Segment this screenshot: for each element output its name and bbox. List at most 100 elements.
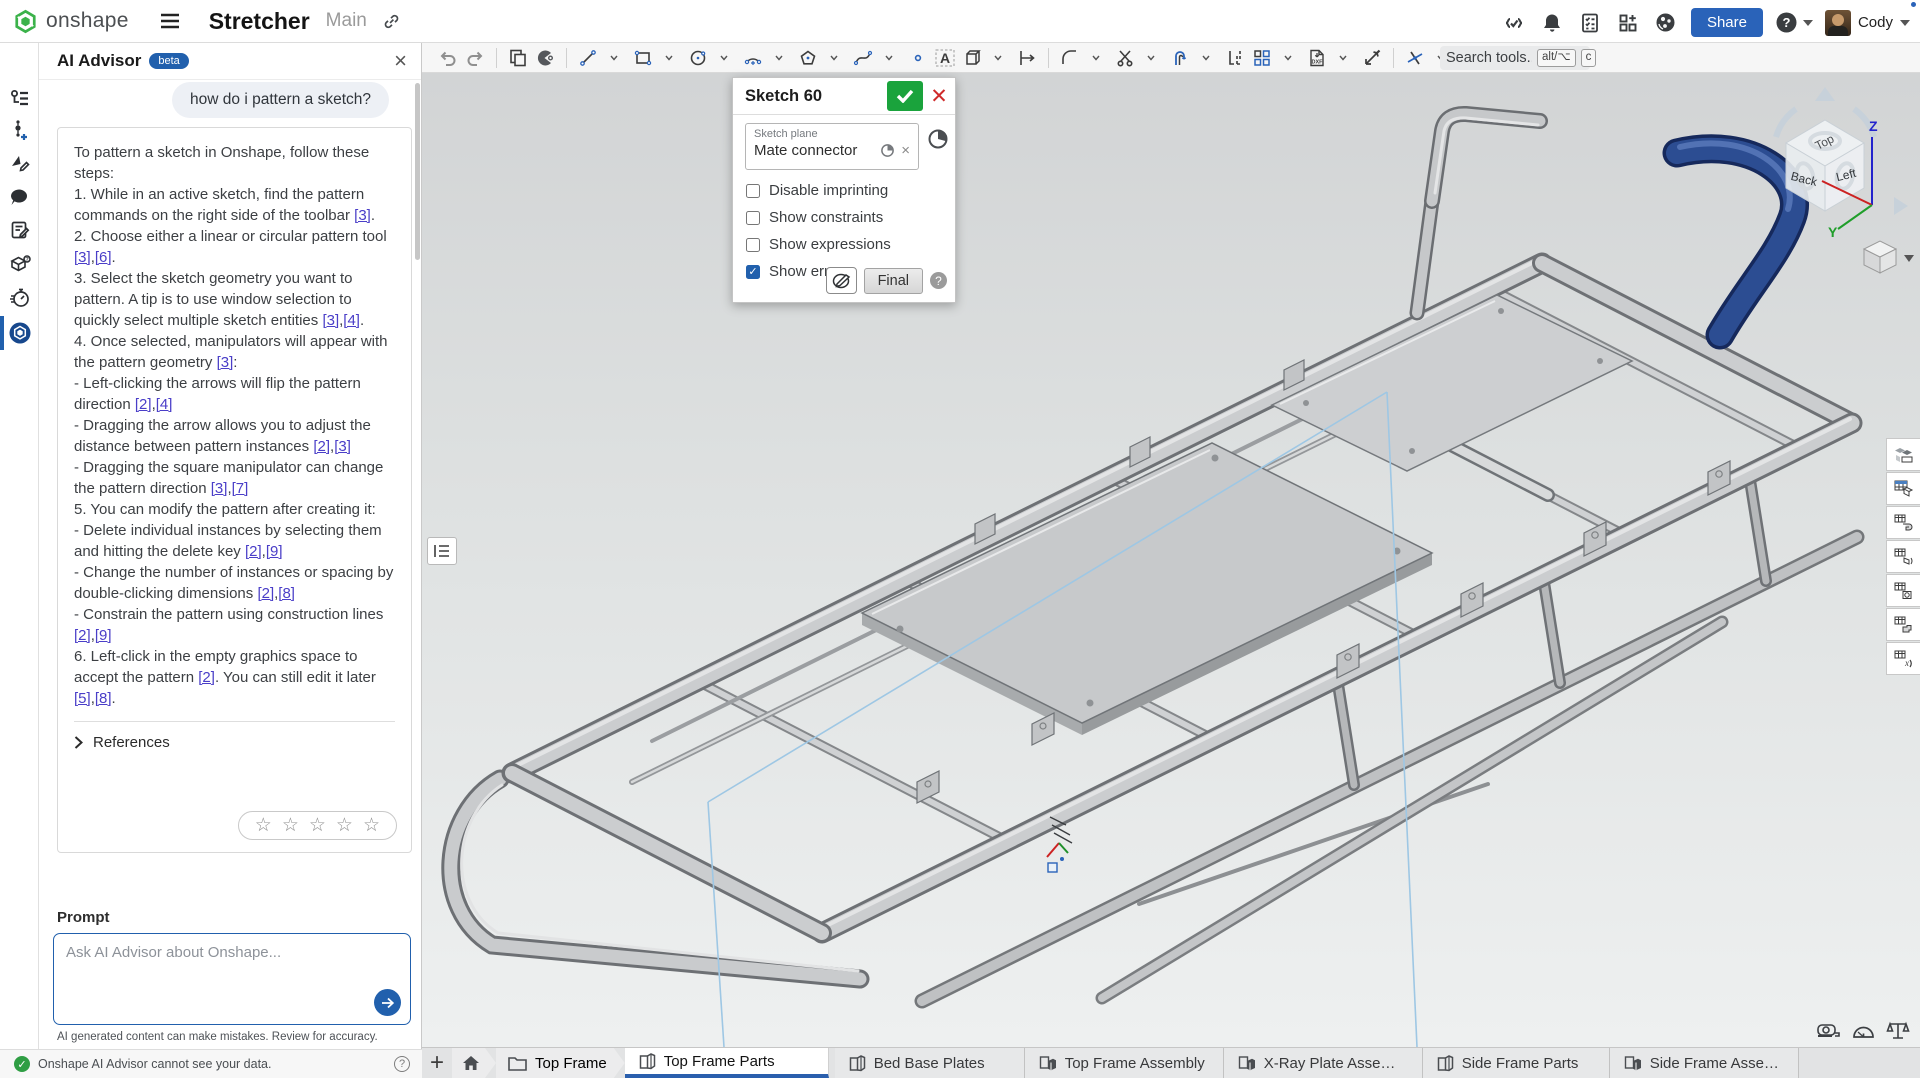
graphics-area[interactable]: Top Back Left Z Y: [422, 73, 1920, 1047]
unchecked-checkbox-icon[interactable]: [746, 211, 760, 225]
sketch-region-icon[interactable]: [533, 45, 557, 71]
polygon-tool-icon[interactable]: [796, 45, 820, 71]
checkbox-show-constraints[interactable]: Show constraints: [746, 209, 883, 226]
release-notes-icon[interactable]: [0, 213, 39, 247]
clear-selection-icon[interactable]: ×: [901, 142, 910, 159]
document-panel-icon[interactable]: [0, 81, 39, 115]
share-link-icon[interactable]: [379, 8, 405, 34]
split-tool-icon[interactable]: [1223, 45, 1247, 71]
paste-sketch-icon[interactable]: [506, 45, 530, 71]
comments-icon[interactable]: [0, 180, 39, 214]
view-menu-cube-icon[interactable]: [1864, 241, 1914, 273]
versions-history-icon[interactable]: [0, 113, 39, 147]
learning-center-icon[interactable]: ?: [0, 247, 39, 281]
transform-tool-icon[interactable]: [1360, 45, 1384, 71]
sketch-feature-list-button[interactable]: [427, 537, 457, 565]
arc-tool-chevron-icon[interactable]: [767, 45, 791, 71]
frame-cutlist-icon[interactable]: [1886, 608, 1920, 641]
tab-side-frame-parts[interactable]: Side Frame Parts: [1423, 1048, 1610, 1078]
view-cube[interactable]: Top Back Left Z Y: [1770, 75, 1920, 280]
citation-link[interactable]: [3]: [217, 354, 234, 371]
arc-tool-icon[interactable]: [741, 45, 765, 71]
line-tool-icon[interactable]: [576, 45, 600, 71]
tab-top-frame-parts[interactable]: Top Frame Parts: [625, 1048, 829, 1078]
citation-link[interactable]: [2]: [135, 396, 152, 413]
variables-table-icon[interactable]: x: [1886, 642, 1920, 675]
spline-tool-icon[interactable]: [851, 45, 875, 71]
citation-link[interactable]: [5]: [74, 690, 91, 707]
final-button[interactable]: Final: [864, 268, 923, 294]
citation-link[interactable]: [9]: [266, 543, 283, 560]
redo-icon[interactable]: [463, 45, 487, 71]
prompt-input[interactable]: [54, 934, 410, 992]
weldment-table-icon[interactable]: [1886, 540, 1920, 573]
citation-link[interactable]: [2]: [198, 669, 215, 686]
dxf-chevron-icon[interactable]: [1331, 45, 1355, 71]
account-menu[interactable]: Cody: [1825, 10, 1910, 36]
search-tools-box[interactable]: alt/⌥ c: [1440, 46, 1590, 70]
close-panel-icon[interactable]: ×: [394, 50, 407, 72]
point-tool-icon[interactable]: [906, 45, 930, 71]
citation-link[interactable]: [4]: [343, 312, 360, 329]
polygon-tool-chevron-icon[interactable]: [822, 45, 846, 71]
ai-advisor-icon[interactable]: [0, 316, 39, 350]
citation-link[interactable]: [4]: [156, 396, 173, 413]
appearances-panel-icon[interactable]: [1886, 438, 1920, 471]
constraints-tool-icon[interactable]: [1403, 45, 1427, 71]
citation-link[interactable]: [8]: [95, 690, 112, 707]
use-project-chevron-icon[interactable]: [986, 45, 1010, 71]
dimension-tool-icon[interactable]: [1015, 45, 1039, 71]
citation-link[interactable]: [3]: [334, 438, 351, 455]
checked-checkbox-icon[interactable]: ✓: [746, 265, 760, 279]
star-icon[interactable]: ☆: [309, 816, 326, 835]
tab-top-frame[interactable]: Top Frame: [496, 1048, 625, 1078]
bend-table-icon[interactable]: [1886, 506, 1920, 539]
citation-link[interactable]: [7]: [232, 480, 249, 497]
star-icon[interactable]: ☆: [255, 816, 272, 835]
tab-top-frame-assembly[interactable]: Top Frame Assembly: [1025, 1048, 1224, 1078]
checkbox-disable-imprinting[interactable]: Disable imprinting: [746, 182, 888, 199]
search-tools-input[interactable]: [1446, 50, 1532, 66]
citation-link[interactable]: [3]: [74, 249, 91, 266]
use-project-icon[interactable]: [960, 45, 984, 71]
notifications-bell-icon[interactable]: [1539, 10, 1565, 36]
bom-table-icon[interactable]: [1886, 472, 1920, 505]
spline-tool-chevron-icon[interactable]: [877, 45, 901, 71]
workspace-name[interactable]: Main: [326, 10, 367, 32]
rectangle-tool-icon[interactable]: [631, 45, 655, 71]
share-button[interactable]: Share: [1691, 8, 1763, 37]
tab-x-ray-plate-assembly[interactable]: X-Ray Plate Assembly: [1224, 1048, 1423, 1078]
mate-connector-context-icon[interactable]: [927, 128, 949, 150]
references-row[interactable]: References: [74, 721, 395, 751]
citation-link[interactable]: [3]: [322, 312, 339, 329]
activity-timer-icon[interactable]: [0, 280, 39, 314]
commit-checkmark-button[interactable]: [887, 81, 923, 111]
onshape-logo-icon[interactable]: [12, 8, 38, 34]
tape-measure-icon[interactable]: [1815, 1019, 1841, 1043]
pattern-chevron-icon[interactable]: [1276, 45, 1300, 71]
community-globe-icon[interactable]: [1653, 10, 1679, 36]
circle-tool-icon[interactable]: [686, 45, 710, 71]
protractor-icon[interactable]: [1850, 1019, 1876, 1043]
undo-icon[interactable]: [436, 45, 460, 71]
featurescript-icon[interactable]: [1501, 10, 1527, 36]
trim-tool-chevron-icon[interactable]: [1139, 45, 1163, 71]
privacy-help-icon[interactable]: ?: [394, 1056, 410, 1072]
send-button[interactable]: [374, 989, 401, 1016]
publications-icon[interactable]: [0, 146, 39, 180]
citation-link[interactable]: [3]: [211, 480, 228, 497]
linear-pattern-icon[interactable]: [1250, 45, 1274, 71]
offset-tool-icon[interactable]: [1168, 45, 1192, 71]
trim-tool-icon[interactable]: [1113, 45, 1137, 71]
home-tab[interactable]: [452, 1048, 496, 1078]
dialog-help-icon[interactable]: ?: [930, 272, 947, 289]
line-tool-chevron-icon[interactable]: [602, 45, 626, 71]
citation-link[interactable]: [2]: [74, 627, 91, 644]
citation-link[interactable]: [2]: [313, 438, 330, 455]
help-menu[interactable]: ?: [1775, 11, 1813, 34]
insert-dxf-icon[interactable]: DXF: [1305, 45, 1329, 71]
unchecked-checkbox-icon[interactable]: [746, 184, 760, 198]
fillet-tool-icon[interactable]: [1058, 45, 1082, 71]
unchecked-checkbox-icon[interactable]: [746, 238, 760, 252]
chat-scrollbar[interactable]: [415, 83, 420, 260]
